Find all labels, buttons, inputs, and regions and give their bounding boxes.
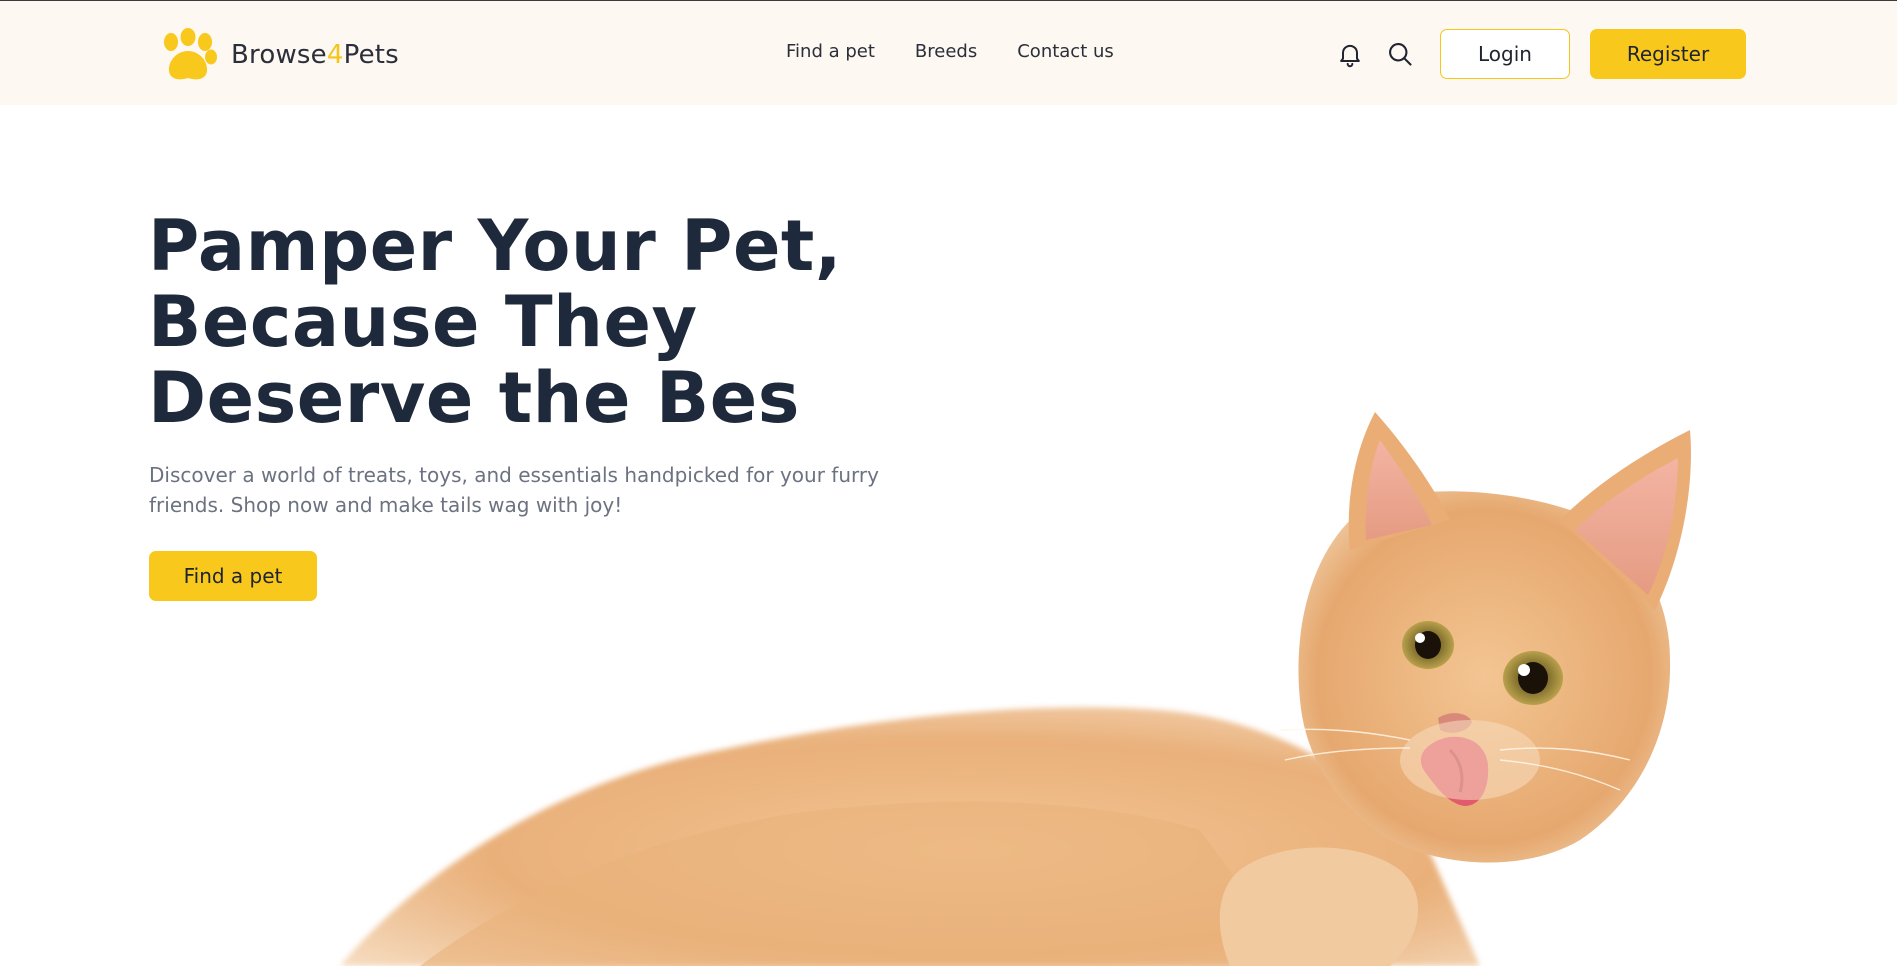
notifications-button[interactable] — [1334, 38, 1366, 70]
nav-contact-us[interactable]: Contact us — [1017, 41, 1114, 62]
bell-icon — [1340, 44, 1360, 68]
nav-breeds[interactable]: Breeds — [915, 41, 977, 62]
main-nav: Find a pet Breeds Contact us — [786, 41, 1114, 62]
header-actions: Login Register — [1334, 29, 1746, 79]
logo-text-end: Pets — [343, 40, 399, 70]
search-button[interactable] — [1384, 38, 1416, 70]
site-header: Browse4Pets Find a pet Breeds Contact us… — [0, 0, 1897, 105]
paw-icon — [164, 28, 217, 80]
landing-page: Browse4Pets Find a pet Breeds Contact us… — [0, 0, 1897, 966]
search-icon — [1389, 43, 1412, 66]
register-button[interactable]: Register — [1590, 29, 1746, 79]
find-a-pet-button[interactable]: Find a pet — [149, 551, 317, 601]
nav-find-a-pet[interactable]: Find a pet — [786, 41, 875, 62]
login-button[interactable]: Login — [1440, 29, 1570, 79]
logo-text: Browse4Pets — [231, 40, 399, 70]
logo[interactable]: Browse4Pets — [157, 28, 399, 82]
kitten-image — [340, 412, 1691, 966]
logo-text-accent: 4 — [326, 40, 344, 70]
logo-text-main: Browse — [231, 40, 327, 70]
